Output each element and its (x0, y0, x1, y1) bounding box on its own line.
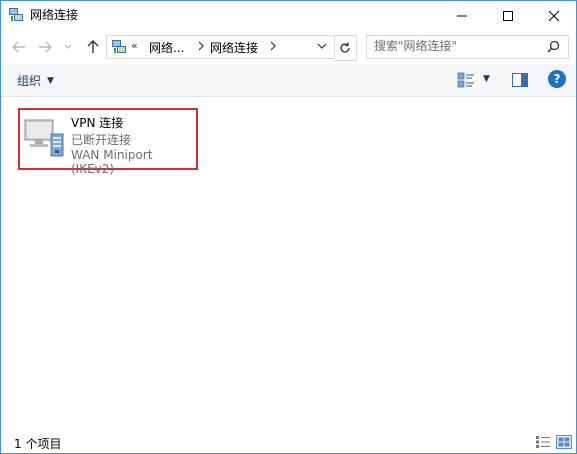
back-button[interactable] (10, 38, 28, 56)
maximize-icon (503, 10, 513, 21)
file-list[interactable]: VPN 连接 已断开连接 WAN Miniport (IKEv2) (1, 97, 576, 427)
title-bar[interactable]: 网络连接 (1, 1, 576, 30)
organize-label: 组织 (17, 74, 42, 88)
chevron-down-icon (64, 44, 72, 49)
search-box[interactable] (366, 35, 569, 59)
recent-locations-button[interactable] (62, 38, 74, 56)
forward-arrow-icon (39, 41, 52, 53)
address-bar[interactable]: « 网络... 网络连接 (106, 35, 335, 59)
maximize-button[interactable] (485, 1, 531, 30)
close-icon (549, 10, 559, 21)
help-icon: ? (553, 72, 561, 86)
command-bar: 组织 ▼ ▼ ? (1, 64, 576, 97)
vpn-connection-icon (24, 119, 64, 157)
chevron-right-icon[interactable] (198, 40, 204, 52)
breadcrumb-network[interactable]: 网络... (149, 39, 184, 56)
navigation-bar: « 网络... 网络连接 (1, 30, 576, 64)
up-button[interactable] (84, 38, 102, 56)
chevron-down-icon[interactable] (317, 40, 327, 52)
back-arrow-icon (12, 41, 25, 53)
help-button[interactable]: ? (548, 70, 566, 88)
forward-button[interactable] (36, 38, 54, 56)
status-bar: 1 个项目 (1, 432, 576, 453)
view-options-icon[interactable] (457, 71, 475, 89)
window-title: 网络连接 (30, 8, 79, 22)
item-name: VPN 连接 (71, 116, 124, 130)
preview-pane-icon[interactable] (512, 72, 528, 88)
views-dropdown-icon[interactable]: ▼ (483, 74, 490, 84)
refresh-button[interactable] (334, 35, 357, 61)
large-icons-view-icon[interactable] (556, 435, 572, 449)
item-device: WAN Miniport (IKEv2) (71, 148, 153, 176)
item-status: 已断开连接 (71, 133, 132, 147)
network-connections-icon (9, 8, 23, 21)
close-button[interactable] (531, 1, 576, 30)
breadcrumb-network-connections[interactable]: 网络连接 (210, 39, 258, 56)
minimize-button[interactable] (439, 1, 485, 30)
caret-down-icon: ▼ (47, 75, 54, 86)
chevron-right-icon[interactable] (270, 40, 276, 52)
address-overflow[interactable]: « (131, 39, 138, 52)
item-count: 1 个项目 (14, 437, 62, 451)
search-icon[interactable] (547, 40, 560, 53)
details-view-icon[interactable] (535, 435, 551, 449)
network-connections-icon (112, 40, 126, 53)
list-item-vpn-connection[interactable]: VPN 连接 已断开连接 WAN Miniport (IKEv2) (18, 108, 198, 176)
up-arrow-icon (87, 40, 99, 53)
refresh-icon (340, 42, 350, 53)
search-input[interactable] (374, 39, 544, 53)
explorer-window: 网络连接 « 网络... 网络连接 搜索"网络连接" 组织 ▼ ▼ ? VPN … (0, 0, 577, 454)
minimize-icon (457, 15, 467, 16)
organize-button[interactable]: 组织 ▼ (17, 72, 54, 89)
